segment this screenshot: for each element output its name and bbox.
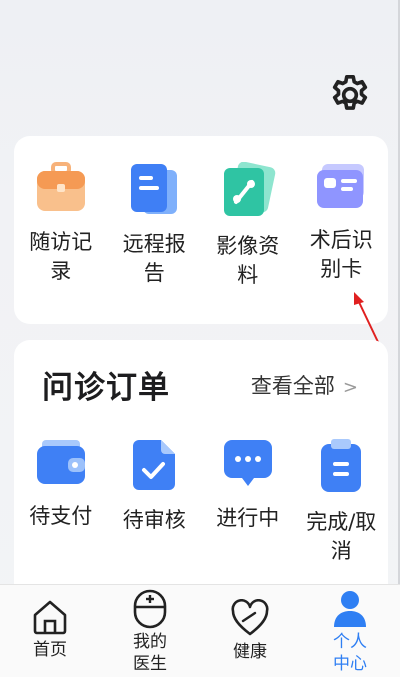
home-icon [33,600,67,635]
service-label: 影像资料 [216,234,280,287]
services-card: 随访记录 远程报告 影像资料 术后识别卡 [14,136,388,324]
tab-personal-center[interactable]: 个人中心 [300,585,400,677]
tab-health[interactable]: 健康 [200,585,300,677]
order-pending-review[interactable]: 待审核 [108,438,202,566]
tab-my-doctor[interactable]: 我的医生 [100,585,200,677]
order-label: 进行中 [216,506,280,530]
user-icon [334,591,366,627]
chevron-right-icon: > [342,377,358,398]
service-image-data[interactable]: 影像资料 [201,162,295,290]
tab-label: 个人中心 [333,632,367,674]
heart-icon [231,599,269,636]
order-label: 待审核 [122,508,186,532]
order-in-progress[interactable]: 进行中 [201,438,295,566]
review-icon [133,440,176,490]
service-followup-records[interactable]: 随访记录 [14,162,108,290]
briefcase-icon [36,162,85,211]
id-card-icon [317,164,365,208]
chat-icon [223,440,272,486]
service-label: 远程报告 [122,232,186,285]
orders-card: 问诊订单 查看全部 > 待支付 待审核 进行中 完成/取消 [14,340,388,600]
tab-label: 健康 [233,642,267,662]
annotation-arrow [354,292,379,343]
order-pending-payment[interactable]: 待支付 [14,438,108,566]
service-postop-id-card[interactable]: 术后识别卡 [295,162,389,290]
view-all-label: 查看全部 [250,374,335,398]
doctor-icon [133,589,167,629]
service-remote-report[interactable]: 远程报告 [108,162,202,290]
orders-title: 问诊订单 [42,370,170,406]
gear-icon[interactable] [327,72,373,118]
tab-label: 首页 [33,640,67,660]
clipboard-icon [321,439,362,492]
image-icon [223,162,276,216]
service-label: 随访记录 [29,230,93,283]
order-label: 完成/取消 [306,510,377,563]
wallet-icon [36,440,85,484]
order-completed-cancelled[interactable]: 完成/取消 [295,438,389,566]
report-icon [131,164,178,214]
tab-home[interactable]: 首页 [0,585,100,677]
service-label: 术后识别卡 [309,228,373,281]
order-label: 待支付 [29,504,93,528]
tab-label: 我的医生 [133,632,167,674]
view-all-link[interactable]: 查看全部 > [251,370,358,400]
bottom-tab-bar: 首页 我的医生 健康 个人中心 [0,584,400,677]
